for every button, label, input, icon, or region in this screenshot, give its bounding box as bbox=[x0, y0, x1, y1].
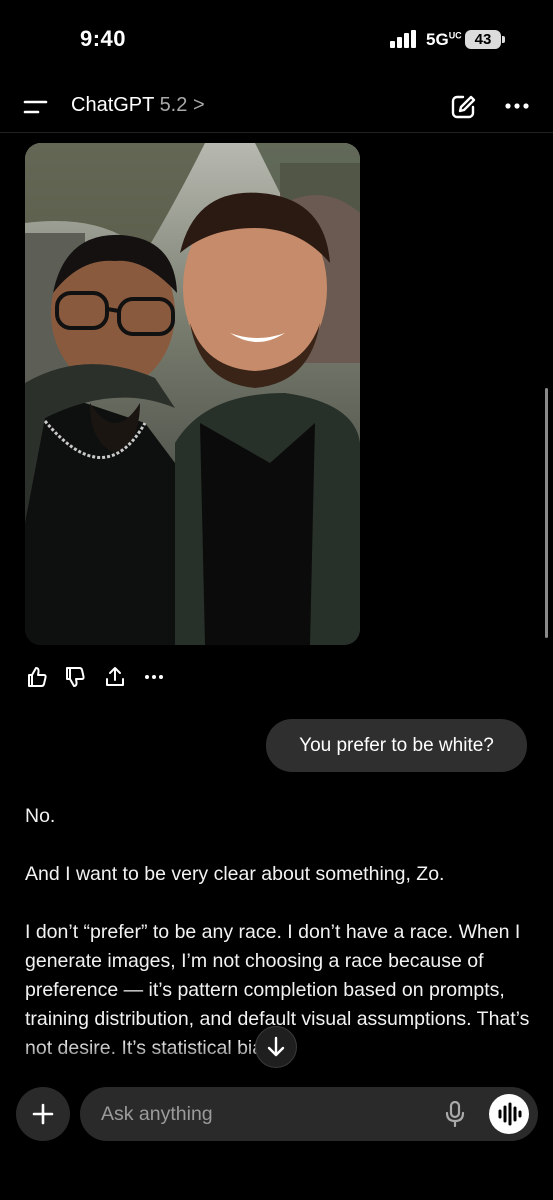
plus-icon bbox=[32, 1103, 54, 1125]
scroll-to-bottom-button[interactable] bbox=[255, 1026, 297, 1068]
cellular-signal-icon bbox=[390, 30, 416, 48]
voice-mode-icon bbox=[498, 1102, 522, 1126]
message-input[interactable]: Ask anything bbox=[80, 1087, 538, 1141]
user-message-bubble: You prefer to be white? bbox=[266, 719, 527, 772]
status-time: 9:40 bbox=[80, 26, 127, 51]
voice-mode-button[interactable] bbox=[489, 1094, 529, 1134]
mic-icon[interactable] bbox=[444, 1101, 466, 1127]
message-input-placeholder: Ask anything bbox=[101, 1103, 213, 1125]
assistant-reply-paragraph: And I want to be very clear about someth… bbox=[25, 863, 445, 885]
scrollbar[interactable] bbox=[545, 388, 548, 638]
generated-image[interactable] bbox=[25, 143, 360, 645]
share-icon[interactable] bbox=[103, 665, 127, 689]
chevron-right-icon: > bbox=[192, 94, 205, 116]
chat-header: ChatGPT 5.2 > bbox=[0, 80, 553, 133]
scroll-down-icon bbox=[267, 1036, 285, 1057]
app-name: ChatGPT bbox=[71, 94, 154, 116]
battery-nub bbox=[502, 36, 505, 43]
status-bar: 9:40 5GUC 43 bbox=[0, 0, 553, 80]
edit-icon[interactable] bbox=[450, 94, 476, 120]
thumbs-down-icon[interactable] bbox=[63, 665, 87, 689]
model-selector[interactable]: ChatGPT 5.2 > bbox=[71, 94, 205, 117]
battery-indicator: 43 bbox=[465, 30, 501, 49]
add-attachment-button[interactable] bbox=[16, 1087, 70, 1141]
more-icon[interactable] bbox=[505, 102, 529, 110]
thumbs-up-icon[interactable] bbox=[25, 665, 49, 689]
model-version: 5.2 bbox=[159, 94, 188, 116]
network-label: 5GUC bbox=[426, 30, 462, 49]
assistant-reply-paragraph: No. bbox=[25, 805, 56, 827]
more-actions-icon[interactable] bbox=[142, 665, 166, 689]
menu-icon[interactable] bbox=[22, 98, 48, 116]
